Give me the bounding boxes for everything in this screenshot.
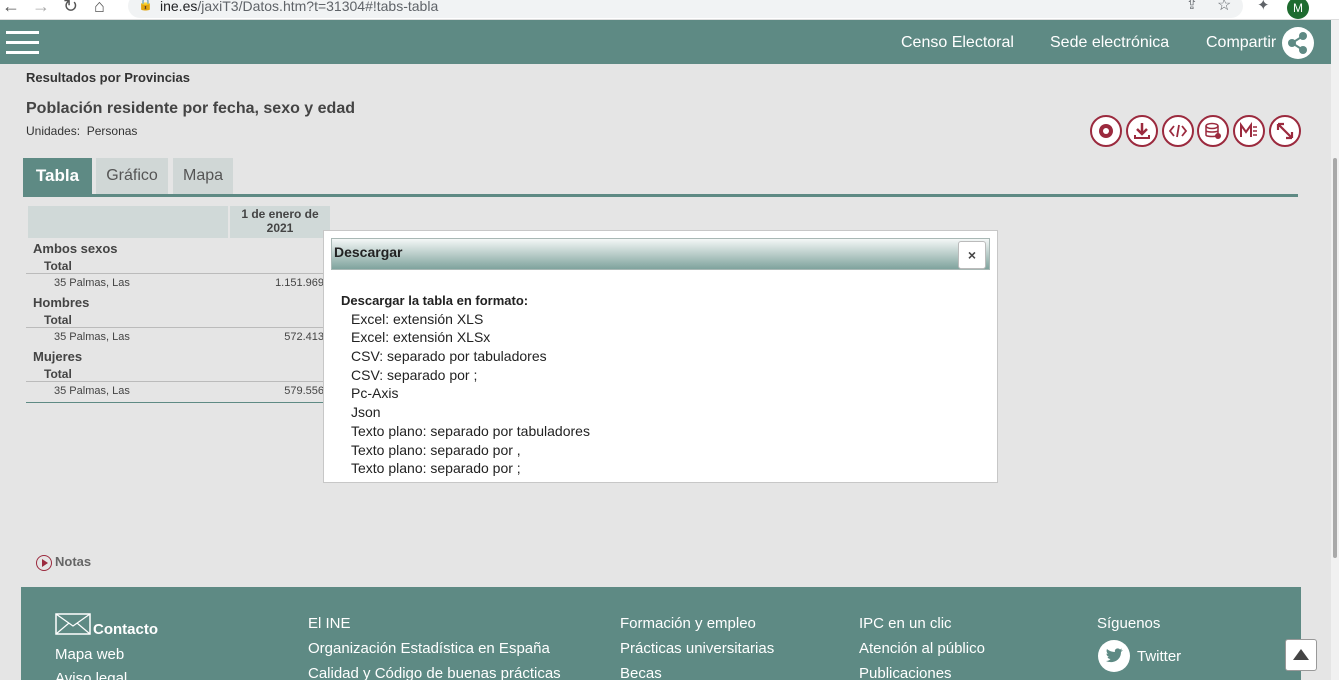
row-divider: [26, 273, 326, 274]
download-json-link[interactable]: Json: [351, 404, 381, 420]
download-txt-semicolon-link[interactable]: Texto plano: separado por ;: [351, 460, 521, 476]
play-icon: [36, 554, 52, 571]
footer-atencion-link[interactable]: Atención al público: [859, 640, 985, 657]
scrollbar-thumb[interactable]: [1333, 158, 1337, 558]
page-title: Población residente por fecha, sexo y ed…: [26, 100, 355, 117]
dialog-title: Descargar: [334, 244, 403, 260]
notas-toggle[interactable]: Notas: [36, 554, 91, 571]
scroll-to-top-button[interactable]: [1285, 639, 1317, 671]
compartir-link[interactable]: Compartir: [1206, 34, 1276, 52]
close-icon[interactable]: ×: [958, 241, 986, 269]
footer-el-ine-link[interactable]: El INE: [308, 615, 351, 632]
star-icon[interactable]: ☆: [1217, 0, 1231, 15]
download-xlsx-link[interactable]: Excel: extensión XLSx: [351, 329, 490, 345]
table-cell-value: 1.151.969: [275, 277, 324, 289]
row-divider: [26, 327, 326, 328]
database-icon[interactable]: [1197, 115, 1229, 147]
page-subtitle: Resultados por Provincias: [26, 70, 190, 85]
site-header: Censo Electoral Sede electrónica Compart…: [0, 20, 1331, 64]
download-txt-comma-link[interactable]: Texto plano: separado por ,: [351, 442, 521, 458]
download-txt-tab-link[interactable]: Texto plano: separado por tabuladores: [351, 423, 590, 439]
mail-icon: [55, 613, 91, 640]
download-icon[interactable]: [1126, 115, 1158, 147]
table-row-label: 35 Palmas, Las: [54, 385, 130, 397]
profile-avatar[interactable]: M: [1287, 0, 1309, 19]
footer-becas-link[interactable]: Becas: [620, 665, 662, 680]
units-info: Unidades: Personas: [26, 124, 137, 138]
footer-calidad-link[interactable]: Calidad y Código de buenas prácticas: [308, 665, 561, 680]
table-subgroup-label: Total: [44, 367, 72, 381]
footer-practicas-link[interactable]: Prácticas universitarias: [620, 640, 774, 657]
row-divider: [26, 381, 326, 382]
table-group-label: Mujeres: [33, 349, 83, 364]
table-subgroup-label: Total: [44, 259, 72, 273]
notas-label: Notas: [55, 554, 92, 569]
censo-electoral-link[interactable]: Censo Electoral: [901, 34, 1014, 52]
table-cell-value: 579.556: [284, 385, 324, 397]
browser-bar: ← → ↻ ⌂ 🔒 ine.es/jaxiT3/Datos.htm?t=3130…: [0, 0, 1339, 20]
tab-grafico[interactable]: Gráfico: [96, 158, 168, 196]
table-row-label: 35 Palmas, Las: [54, 277, 130, 289]
footer-ipc-link[interactable]: IPC en un clic: [859, 615, 952, 632]
embed-code-icon[interactable]: [1162, 115, 1194, 147]
lock-icon: 🔒: [138, 0, 153, 11]
twitter-icon[interactable]: [1098, 640, 1130, 672]
sede-electronica-link[interactable]: Sede electrónica: [1050, 34, 1169, 52]
extensions-icon[interactable]: ✦: [1257, 0, 1270, 14]
share-page-icon[interactable]: ⇪: [1186, 0, 1198, 13]
footer-aviso-legal-link[interactable]: Aviso legal: [55, 670, 127, 680]
footer-mapa-web-link[interactable]: Mapa web: [55, 646, 124, 663]
table-header-blank: [28, 206, 228, 238]
download-csv-tab-link[interactable]: CSV: separado por tabuladores: [351, 348, 547, 364]
home-icon[interactable]: ⌂: [94, 0, 105, 17]
tab-divider: [23, 194, 1298, 197]
tab-tabla[interactable]: Tabla: [23, 158, 92, 196]
table-group-label: Ambos sexos: [33, 241, 118, 256]
settings-icon[interactable]: [1090, 115, 1122, 147]
url-text: ine.es/jaxiT3/Datos.htm?t=31304#!tabs-ta…: [160, 0, 439, 14]
footer-contacto-link[interactable]: Contacto: [93, 621, 158, 638]
tab-mapa[interactable]: Mapa: [173, 158, 233, 196]
dialog-titlebar[interactable]: Descargar ×: [331, 238, 990, 270]
back-icon[interactable]: ←: [2, 0, 20, 17]
download-xls-link[interactable]: Excel: extensión XLS: [351, 311, 483, 327]
download-dialog: Descargar × Descargar la tabla en format…: [323, 230, 998, 483]
footer-twitter-link[interactable]: Twitter: [1137, 648, 1181, 665]
metadata-icon[interactable]: [1233, 115, 1265, 147]
footer-formacion-link[interactable]: Formación y empleo: [620, 615, 756, 632]
footer-organizacion-link[interactable]: Organización Estadística en España: [308, 640, 550, 657]
table-column-header: 1 de enero de 2021: [230, 206, 330, 238]
footer-siguenos-label: Síguenos: [1097, 615, 1161, 632]
download-csv-semicolon-link[interactable]: CSV: separado por ;: [351, 367, 477, 383]
table-group-label: Hombres: [33, 295, 90, 310]
units-label: Unidades:: [26, 124, 81, 138]
forward-icon[interactable]: →: [32, 0, 50, 17]
menu-icon[interactable]: [6, 31, 39, 55]
download-pcaxis-link[interactable]: Pc-Axis: [351, 385, 398, 401]
reload-icon[interactable]: ↻: [63, 0, 78, 17]
footer-publicaciones-link[interactable]: Publicaciones: [859, 665, 952, 680]
share-icon[interactable]: [1282, 27, 1314, 59]
dialog-heading: Descargar la tabla en formato:: [341, 293, 529, 308]
table-bottom-border: [26, 402, 326, 403]
fullscreen-icon[interactable]: [1269, 115, 1301, 147]
table-subgroup-label: Total: [44, 313, 72, 327]
table-cell-value: 572.413: [284, 331, 324, 343]
table-row-label: 35 Palmas, Las: [54, 331, 130, 343]
units-value: Personas: [86, 124, 138, 138]
